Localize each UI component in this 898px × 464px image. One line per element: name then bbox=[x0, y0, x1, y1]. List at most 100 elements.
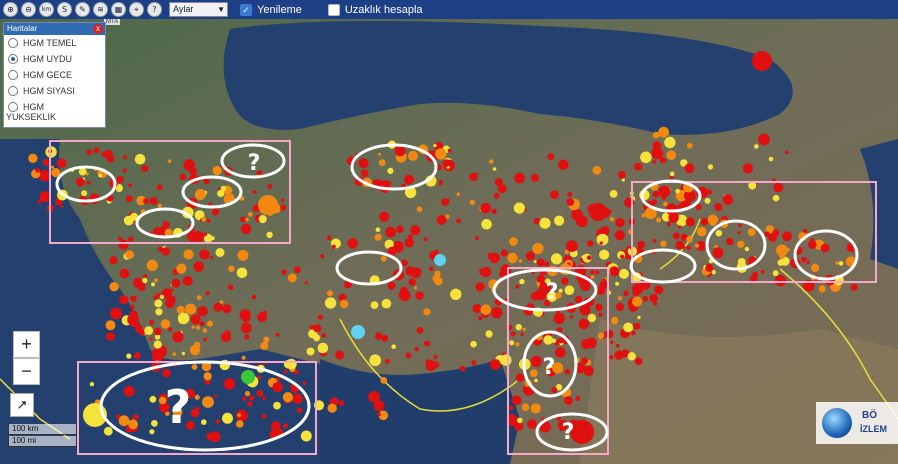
earthquake-marker[interactable] bbox=[581, 357, 588, 365]
earthquake-marker[interactable] bbox=[377, 412, 381, 417]
earthquake-marker[interactable] bbox=[522, 327, 526, 331]
earthquake-marker[interactable] bbox=[179, 173, 187, 181]
earthquake-marker[interactable] bbox=[203, 178, 210, 185]
earthquake-marker[interactable] bbox=[326, 290, 334, 297]
earthquake-marker[interactable] bbox=[127, 313, 139, 326]
earthquake-marker[interactable] bbox=[675, 189, 680, 194]
earthquake-marker[interactable] bbox=[241, 314, 251, 323]
earthquake-marker[interactable] bbox=[566, 240, 578, 253]
earthquake-marker[interactable] bbox=[293, 266, 301, 274]
earthquake-marker[interactable] bbox=[491, 307, 503, 319]
earthquake-marker[interactable] bbox=[707, 164, 714, 170]
earthquake-marker[interactable] bbox=[154, 299, 163, 308]
earthquake-marker[interactable] bbox=[214, 394, 218, 398]
draw-icon[interactable]: ✎ bbox=[75, 2, 90, 17]
earthquake-marker[interactable] bbox=[530, 403, 541, 414]
earthquake-marker[interactable] bbox=[244, 390, 251, 397]
earthquake-marker[interactable] bbox=[564, 369, 571, 375]
earthquake-marker[interactable] bbox=[405, 266, 415, 276]
earthquake-marker[interactable] bbox=[599, 241, 603, 245]
earthquake-marker[interactable] bbox=[128, 419, 139, 430]
zoom-in-icon[interactable]: ⊕ bbox=[3, 2, 18, 17]
earthquake-marker[interactable] bbox=[335, 350, 345, 360]
earthquake-marker[interactable] bbox=[416, 206, 423, 212]
earthquake-marker[interactable] bbox=[686, 142, 693, 149]
earthquake-marker[interactable] bbox=[619, 268, 629, 279]
distance-checkbox[interactable] bbox=[327, 3, 340, 16]
earthquake-marker[interactable] bbox=[42, 158, 50, 166]
earthquake-marker[interactable] bbox=[652, 191, 659, 198]
earthquake-marker[interactable] bbox=[609, 266, 620, 277]
earthquake-marker[interactable] bbox=[481, 219, 492, 230]
earthquake-marker[interactable] bbox=[611, 316, 619, 325]
earthquake-marker[interactable] bbox=[151, 420, 158, 427]
earthquake-marker[interactable] bbox=[222, 304, 232, 314]
earthquake-marker[interactable] bbox=[592, 165, 602, 175]
earthquake-marker[interactable] bbox=[391, 344, 397, 350]
earthquake-marker[interactable] bbox=[435, 148, 447, 160]
earthquake-marker[interactable] bbox=[236, 420, 244, 428]
earthquake-marker[interactable] bbox=[614, 350, 624, 360]
earthquake-marker[interactable] bbox=[123, 215, 134, 226]
earthquake-marker[interactable] bbox=[595, 303, 603, 312]
earthquake-marker[interactable] bbox=[212, 165, 222, 176]
earthquake-marker[interactable] bbox=[215, 419, 220, 424]
earthquake-marker[interactable] bbox=[119, 295, 129, 305]
earthquake-marker[interactable] bbox=[678, 225, 682, 229]
earthquake-marker[interactable] bbox=[744, 246, 750, 252]
zoom-out-icon[interactable]: ⊖ bbox=[21, 2, 36, 17]
earthquake-marker[interactable] bbox=[634, 162, 643, 171]
earthquake-marker[interactable] bbox=[706, 189, 712, 195]
earthquake-marker[interactable] bbox=[375, 332, 383, 340]
search-icon[interactable]: S bbox=[57, 2, 72, 17]
earthquake-marker[interactable] bbox=[37, 200, 42, 204]
earthquake-marker[interactable] bbox=[459, 365, 466, 372]
earthquake-marker[interactable] bbox=[742, 163, 754, 174]
earthquake-marker[interactable] bbox=[651, 147, 664, 160]
earthquake-marker[interactable] bbox=[266, 231, 273, 238]
earthquake-marker[interactable] bbox=[491, 208, 497, 215]
earthquake-marker[interactable] bbox=[500, 264, 512, 276]
earthquake-marker[interactable] bbox=[313, 324, 322, 333]
earthquake-marker[interactable] bbox=[176, 263, 187, 274]
earthquake-marker[interactable] bbox=[161, 247, 170, 256]
earthquake-marker[interactable] bbox=[704, 197, 711, 204]
earthquake-marker[interactable] bbox=[78, 167, 87, 176]
earthquake-marker[interactable] bbox=[618, 170, 626, 179]
earthquake-marker[interactable] bbox=[764, 231, 770, 237]
earthquake-marker[interactable] bbox=[374, 233, 382, 241]
earthquake-marker[interactable] bbox=[141, 165, 149, 172]
earthquake-marker[interactable] bbox=[652, 238, 657, 243]
earthquake-marker[interactable] bbox=[283, 423, 288, 429]
earthquake-marker[interactable] bbox=[326, 235, 332, 241]
earthquake-marker[interactable] bbox=[245, 217, 250, 222]
earthquake-marker[interactable] bbox=[527, 419, 537, 430]
earthquake-marker[interactable] bbox=[521, 403, 530, 412]
earthquake-marker[interactable] bbox=[404, 238, 414, 248]
earthquake-marker[interactable] bbox=[456, 218, 462, 224]
earthquake-marker[interactable] bbox=[595, 270, 600, 275]
earthquake-marker[interactable] bbox=[620, 254, 625, 259]
earthquake-marker[interactable] bbox=[475, 282, 485, 292]
earthquake-marker[interactable] bbox=[558, 288, 563, 293]
earthquake-marker[interactable] bbox=[694, 243, 700, 248]
earthquake-marker[interactable] bbox=[130, 295, 137, 302]
earthquake-marker[interactable] bbox=[116, 175, 124, 184]
earthquake-marker[interactable] bbox=[56, 158, 67, 168]
earthquake-marker[interactable] bbox=[190, 314, 201, 325]
earthquake-marker[interactable] bbox=[155, 308, 163, 316]
earthquake-marker[interactable] bbox=[202, 328, 208, 333]
earthquake-marker[interactable] bbox=[292, 393, 303, 404]
earthquake-marker[interactable] bbox=[598, 312, 603, 317]
earthquake-marker[interactable] bbox=[534, 378, 538, 383]
earthquake-marker[interactable] bbox=[561, 277, 569, 285]
earthquake-marker[interactable] bbox=[485, 330, 493, 338]
earthquake-marker[interactable] bbox=[850, 283, 858, 291]
earthquake-marker[interactable] bbox=[686, 235, 693, 243]
earthquake-marker[interactable] bbox=[273, 401, 281, 410]
earthquake-marker[interactable] bbox=[224, 330, 231, 337]
earthquake-marker[interactable] bbox=[123, 385, 135, 397]
earthquake-marker[interactable] bbox=[838, 261, 844, 266]
earthquake-marker[interactable] bbox=[580, 280, 591, 292]
earthquake-marker[interactable] bbox=[379, 211, 390, 222]
